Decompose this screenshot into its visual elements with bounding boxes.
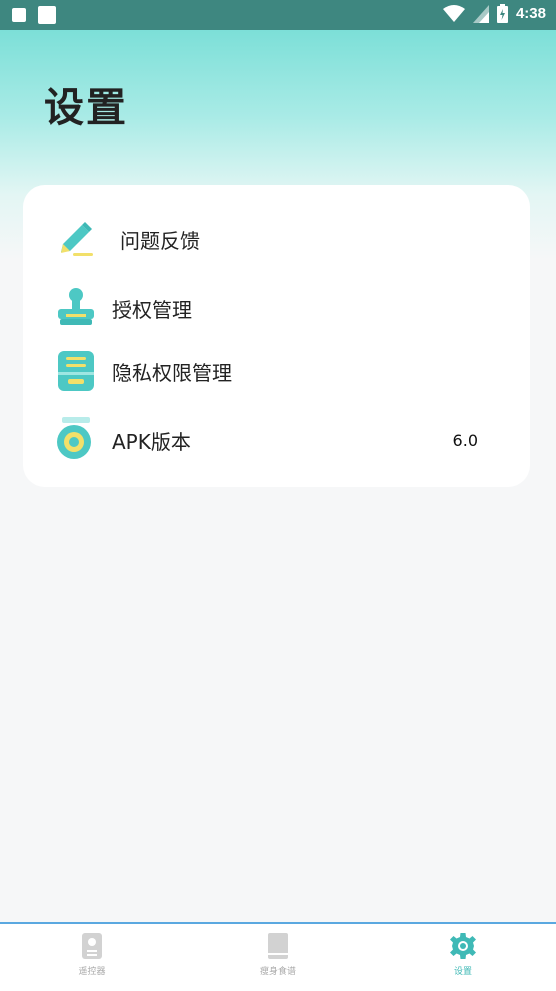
settings-item-label: 问题反馈 (120, 228, 200, 253)
tab-remote[interactable]: 遥控器 (22, 932, 162, 977)
cabinet-icon (58, 351, 94, 391)
settings-item-label: 授权管理 (112, 297, 192, 322)
notification-icon (12, 8, 26, 22)
wifi-icon (442, 4, 465, 22)
tab-label: 瘦身食谱 (259, 967, 296, 977)
version-ring-icon (57, 417, 91, 459)
gear-icon (450, 933, 476, 959)
settings-card: 问题反馈 授权管理 隐私权限管理 APK版本 6.0 (23, 185, 530, 487)
settings-item-label: APK版本 (112, 429, 191, 454)
status-icons: 4:38 (442, 4, 546, 23)
tab-settings[interactable]: 设置 (393, 932, 533, 977)
status-bar: 4:38 (0, 0, 556, 30)
stamp-icon (58, 288, 94, 325)
tab-label: 设置 (453, 967, 472, 977)
battery-icon (496, 4, 508, 23)
bottom-nav: 遥控器 瘦身食谱 设置 (0, 922, 556, 991)
page-title: 设置 (44, 85, 128, 131)
clock: 4:38 (515, 5, 546, 22)
edit-pencil-icon (61, 222, 93, 256)
cellular-signal-icon (472, 4, 489, 23)
book-icon (268, 933, 288, 959)
settings-item-feedback[interactable]: 问题反馈 (23, 215, 530, 263)
settings-item-apk-version[interactable]: APK版本 6.0 (23, 416, 530, 464)
settings-item-authorization[interactable]: 授权管理 (23, 284, 530, 332)
settings-item-label: 隐私权限管理 (112, 360, 232, 385)
remote-icon (82, 933, 102, 959)
tab-label: 遥控器 (78, 967, 106, 977)
settings-item-privacy[interactable]: 隐私权限管理 (23, 347, 530, 395)
tab-recipes[interactable]: 瘦身食谱 (208, 932, 348, 977)
notification-icon (38, 6, 56, 24)
apk-version-value: 6.0 (452, 430, 478, 450)
